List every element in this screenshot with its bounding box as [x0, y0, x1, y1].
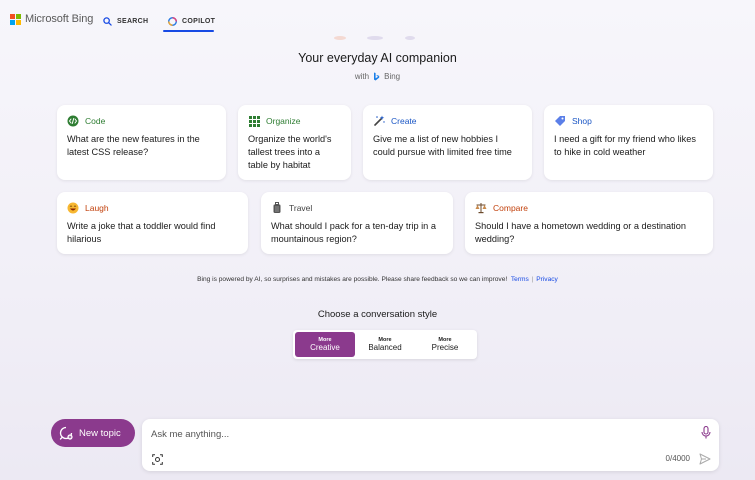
conversation-style-title: Choose a conversation style [317, 309, 438, 320]
card-category-label: Laugh [85, 203, 109, 213]
logo-text: Microsoft Bing [25, 13, 94, 25]
suggestion-card-shop[interactable]: Shop I need a gift for my friend who lik… [544, 105, 713, 180]
with-label: with [354, 72, 370, 81]
microsoft-logo-icon [10, 13, 21, 25]
style-balanced-button[interactable]: More Balanced [355, 332, 415, 357]
send-icon [699, 453, 711, 465]
conversation-style-selector: More Creative More Balanced More Precise [293, 330, 477, 359]
tab-search-label: SEARCH [117, 17, 149, 25]
active-tab-indicator [163, 30, 214, 32]
tag-icon [554, 115, 566, 127]
bing-logo[interactable]: Microsoft Bing [10, 13, 93, 25]
disclaimer-text: Bing is powered by AI, so surprises and … [197, 276, 508, 283]
style-label: Balanced [368, 343, 402, 352]
card-category-label: Shop [572, 116, 592, 126]
card-prompt: What should I pack for a ten-day trip in… [271, 221, 436, 244]
page-title: Your everyday AI companion [298, 51, 457, 65]
suggestion-card-travel[interactable]: Travel What should I pack for a ten-day … [261, 192, 453, 254]
visual-search-button[interactable] [152, 452, 163, 470]
divider: | [531, 276, 534, 283]
search-icon [103, 16, 112, 26]
card-category-label: Code [85, 116, 106, 126]
card-prompt: Should I have a hometown wedding or a de… [475, 221, 686, 244]
style-label: Precise [431, 343, 459, 352]
card-prompt: I need a gift for my friend who likes to… [554, 134, 696, 157]
grid-icon [248, 115, 260, 127]
chat-input[interactable] [151, 427, 691, 441]
send-button[interactable] [699, 452, 711, 470]
tab-copilot-label: COPILOT [182, 17, 216, 25]
suggestion-card-laugh[interactable]: Laugh Write a joke that a toddler would … [57, 192, 248, 254]
character-counter: 0/4000 [665, 454, 690, 463]
new-topic-icon [59, 426, 73, 440]
card-category-label: Compare [493, 203, 528, 213]
card-prompt: Write a joke that a toddler would find h… [67, 221, 216, 244]
code-icon [67, 115, 79, 127]
style-label: Creative [310, 343, 340, 352]
laughing-face-icon [67, 202, 79, 214]
style-precise-button[interactable]: More Precise [415, 332, 475, 357]
scales-icon [475, 202, 487, 214]
card-category-label: Organize [266, 116, 301, 126]
new-topic-button[interactable]: New topic [51, 419, 135, 447]
camera-scan-icon [152, 454, 163, 465]
style-creative-button[interactable]: More Creative [295, 332, 355, 357]
tab-copilot[interactable]: COPILOT [168, 11, 215, 31]
suggestion-card-organize[interactable]: Organize Organize the world's tallest tr… [238, 105, 351, 180]
suggestion-card-create[interactable]: Create Give me a list of new hobbies I c… [363, 105, 532, 180]
bing-b-icon [374, 72, 380, 81]
microphone-button[interactable] [701, 425, 711, 444]
card-category-label: Travel [289, 203, 313, 213]
disclaimer: Bing is powered by AI, so surprises and … [0, 276, 755, 283]
microphone-icon [701, 425, 711, 439]
new-topic-label: New topic [79, 427, 121, 439]
card-prompt: What are the new features in the latest … [67, 134, 200, 157]
card-prompt: Give me a list of new hobbies I could pu… [373, 134, 512, 157]
chat-composer: 0/4000 [142, 419, 719, 471]
tab-search[interactable]: SEARCH [103, 11, 148, 31]
suggestion-card-code[interactable]: Code What are the new features in the la… [57, 105, 226, 180]
privacy-link[interactable]: Privacy [536, 276, 558, 283]
bing-label: Bing [384, 72, 401, 81]
card-prompt: Organize the world's tallest trees into … [248, 134, 332, 170]
hero-subtitle: with Bing [0, 72, 755, 81]
terms-link[interactable]: Terms [511, 276, 529, 283]
copilot-icon [168, 16, 177, 26]
magic-wand-icon [373, 115, 385, 127]
luggage-icon [271, 202, 283, 214]
copilot-hero-image [334, 36, 415, 40]
card-category-label: Create [391, 116, 417, 126]
suggestion-card-compare[interactable]: Compare Should I have a hometown wedding… [465, 192, 713, 254]
top-bar: Microsoft Bing SEARCH COPILOT [0, 0, 755, 36]
